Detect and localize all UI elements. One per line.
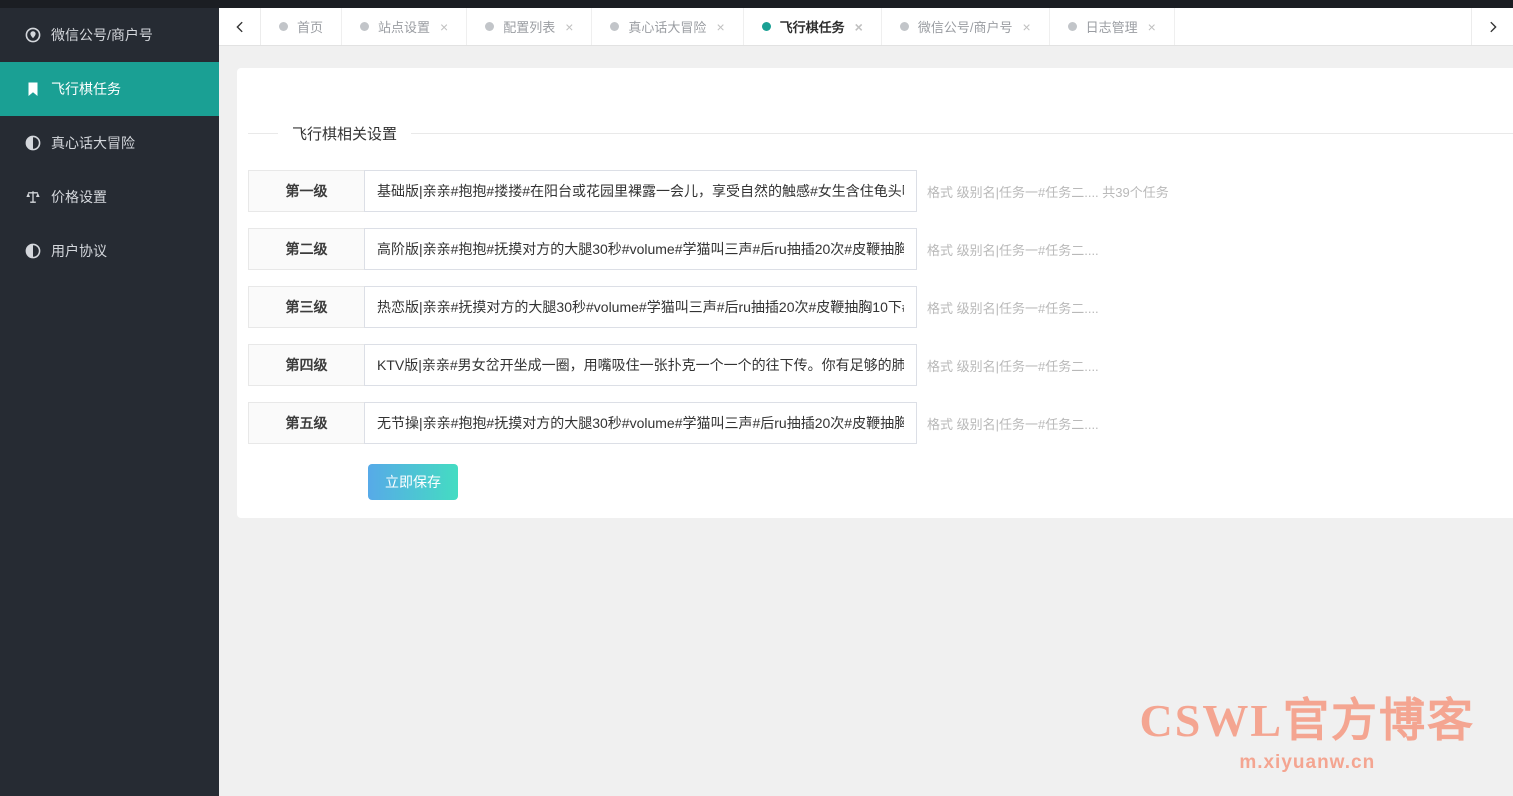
tab-status-dot bbox=[279, 22, 288, 31]
task-level-form: 第一级 格式 级别名|任务一#任务二.... 共39个任务 第二级 格式 级别名… bbox=[248, 170, 1513, 500]
form-row-level-2: 第二级 格式 级别名|任务一#任务二.... bbox=[248, 228, 1513, 270]
sidebar-item-price-settings[interactable]: 价格设置 bbox=[0, 170, 219, 224]
tab-label: 日志管理 bbox=[1086, 17, 1138, 36]
format-hint: 格式 级别名|任务一#任务二.... 共39个任务 bbox=[927, 182, 1169, 201]
tab-truth-or-dare[interactable]: 真心话大冒险 × bbox=[592, 8, 743, 45]
save-button[interactable]: 立即保存 bbox=[368, 464, 458, 500]
sidebar-item-wechat-account[interactable]: 微信公号/商户号 bbox=[0, 8, 219, 62]
level-label: 第四级 bbox=[248, 344, 365, 386]
scales-icon bbox=[24, 189, 41, 206]
close-tab-icon[interactable]: × bbox=[1148, 20, 1156, 34]
settings-panel: 飞行棋相关设置 第一级 格式 级别名|任务一#任务二.... 共39个任务 第二… bbox=[237, 68, 1513, 518]
tab-site-settings[interactable]: 站点设置 × bbox=[342, 8, 467, 45]
divider-line bbox=[248, 133, 278, 134]
sidebar: 微信公号/商户号 飞行棋任务 真心话大冒险 价格设置 bbox=[0, 0, 219, 796]
tab-label: 真心话大冒险 bbox=[628, 17, 706, 36]
tab-status-dot bbox=[485, 22, 494, 31]
sidebar-item-label: 真心话大冒险 bbox=[51, 133, 135, 153]
close-tab-icon[interactable]: × bbox=[1022, 20, 1030, 34]
tab-label: 飞行棋任务 bbox=[780, 17, 845, 36]
half-circle-icon bbox=[24, 243, 41, 260]
tab-bar: 首页 站点设置 × 配置列表 × 真心话大冒险 × 飞行棋任务 × bbox=[219, 8, 1513, 46]
form-row-level-3: 第三级 格式 级别名|任务一#任务二.... bbox=[248, 286, 1513, 328]
half-circle-icon bbox=[24, 135, 41, 152]
tab-status-dot bbox=[762, 22, 771, 31]
content-area: 飞行棋相关设置 第一级 格式 级别名|任务一#任务二.... 共39个任务 第二… bbox=[219, 46, 1513, 796]
main-area: 首页 站点设置 × 配置列表 × 真心话大冒险 × 飞行棋任务 × bbox=[219, 0, 1513, 796]
level-label: 第一级 bbox=[248, 170, 365, 212]
form-row-level-1: 第一级 格式 级别名|任务一#任务二.... 共39个任务 bbox=[248, 170, 1513, 212]
tab-log-management[interactable]: 日志管理 × bbox=[1050, 8, 1175, 45]
sidebar-item-user-agreement[interactable]: 用户协议 bbox=[0, 224, 219, 278]
tab-home[interactable]: 首页 bbox=[261, 8, 342, 45]
format-hint: 格式 级别名|任务一#任务二.... bbox=[927, 356, 1099, 375]
location-circle-icon bbox=[24, 27, 41, 44]
tab-label: 首页 bbox=[297, 17, 323, 36]
tab-config-list[interactable]: 配置列表 × bbox=[467, 8, 592, 45]
tab-flight-chess-tasks[interactable]: 飞行棋任务 × bbox=[744, 8, 882, 45]
form-row-level-4: 第四级 格式 级别名|任务一#任务二.... bbox=[248, 344, 1513, 386]
level-label: 第二级 bbox=[248, 228, 365, 270]
tab-status-dot bbox=[1068, 22, 1077, 31]
tab-status-dot bbox=[610, 22, 619, 31]
sidebar-item-label: 飞行棋任务 bbox=[51, 79, 121, 99]
app-window: 微信公号/商户号 飞行棋任务 真心话大冒险 价格设置 bbox=[0, 0, 1513, 796]
form-row-level-5: 第五级 格式 级别名|任务一#任务二.... bbox=[248, 402, 1513, 444]
sidebar-item-label: 微信公号/商户号 bbox=[51, 25, 153, 45]
close-tab-icon[interactable]: × bbox=[440, 20, 448, 34]
sidebar-item-truth-or-dare[interactable]: 真心话大冒险 bbox=[0, 116, 219, 170]
level-1-tasks-input[interactable] bbox=[364, 170, 917, 212]
chevron-right-icon bbox=[1486, 20, 1500, 34]
section-title: 飞行棋相关设置 bbox=[278, 123, 411, 144]
window-top-strip bbox=[0, 0, 1513, 8]
tab-label: 站点设置 bbox=[378, 17, 430, 36]
sidebar-item-label: 价格设置 bbox=[51, 187, 107, 207]
tab-wechat-account[interactable]: 微信公号/商户号 × bbox=[882, 8, 1050, 45]
bookmark-icon bbox=[24, 81, 41, 98]
save-row: 立即保存 bbox=[368, 464, 1513, 500]
tab-label: 微信公号/商户号 bbox=[918, 17, 1013, 36]
watermark-url: m.xiyuanw.cn bbox=[1140, 752, 1475, 774]
level-2-tasks-input[interactable] bbox=[364, 228, 917, 270]
chevron-left-icon bbox=[233, 20, 247, 34]
close-tab-icon[interactable]: × bbox=[716, 20, 724, 34]
format-hint: 格式 级别名|任务一#任务二.... bbox=[927, 414, 1099, 433]
tab-status-dot bbox=[900, 22, 909, 31]
format-hint: 格式 级别名|任务一#任务二.... bbox=[927, 240, 1099, 259]
tab-label: 配置列表 bbox=[503, 17, 555, 36]
level-4-tasks-input[interactable] bbox=[364, 344, 917, 386]
level-label: 第五级 bbox=[248, 402, 365, 444]
level-5-tasks-input[interactable] bbox=[364, 402, 917, 444]
level-3-tasks-input[interactable] bbox=[364, 286, 917, 328]
divider-line bbox=[411, 133, 1513, 134]
watermark-title: CSWL官方博客 bbox=[1140, 693, 1475, 748]
close-tab-icon[interactable]: × bbox=[565, 20, 573, 34]
close-tab-icon[interactable]: × bbox=[855, 20, 863, 34]
tabs-scroll-left-button[interactable] bbox=[219, 8, 261, 45]
tabs-scroll-right-button[interactable] bbox=[1471, 8, 1513, 45]
tab-status-dot bbox=[360, 22, 369, 31]
section-header: 飞行棋相关设置 bbox=[248, 68, 1513, 144]
watermark: CSWL官方博客 m.xiyuanw.cn bbox=[1140, 693, 1475, 774]
sidebar-item-label: 用户协议 bbox=[51, 241, 107, 261]
level-label: 第三级 bbox=[248, 286, 365, 328]
sidebar-item-flight-chess-tasks[interactable]: 飞行棋任务 bbox=[0, 62, 219, 116]
format-hint: 格式 级别名|任务一#任务二.... bbox=[927, 298, 1099, 317]
